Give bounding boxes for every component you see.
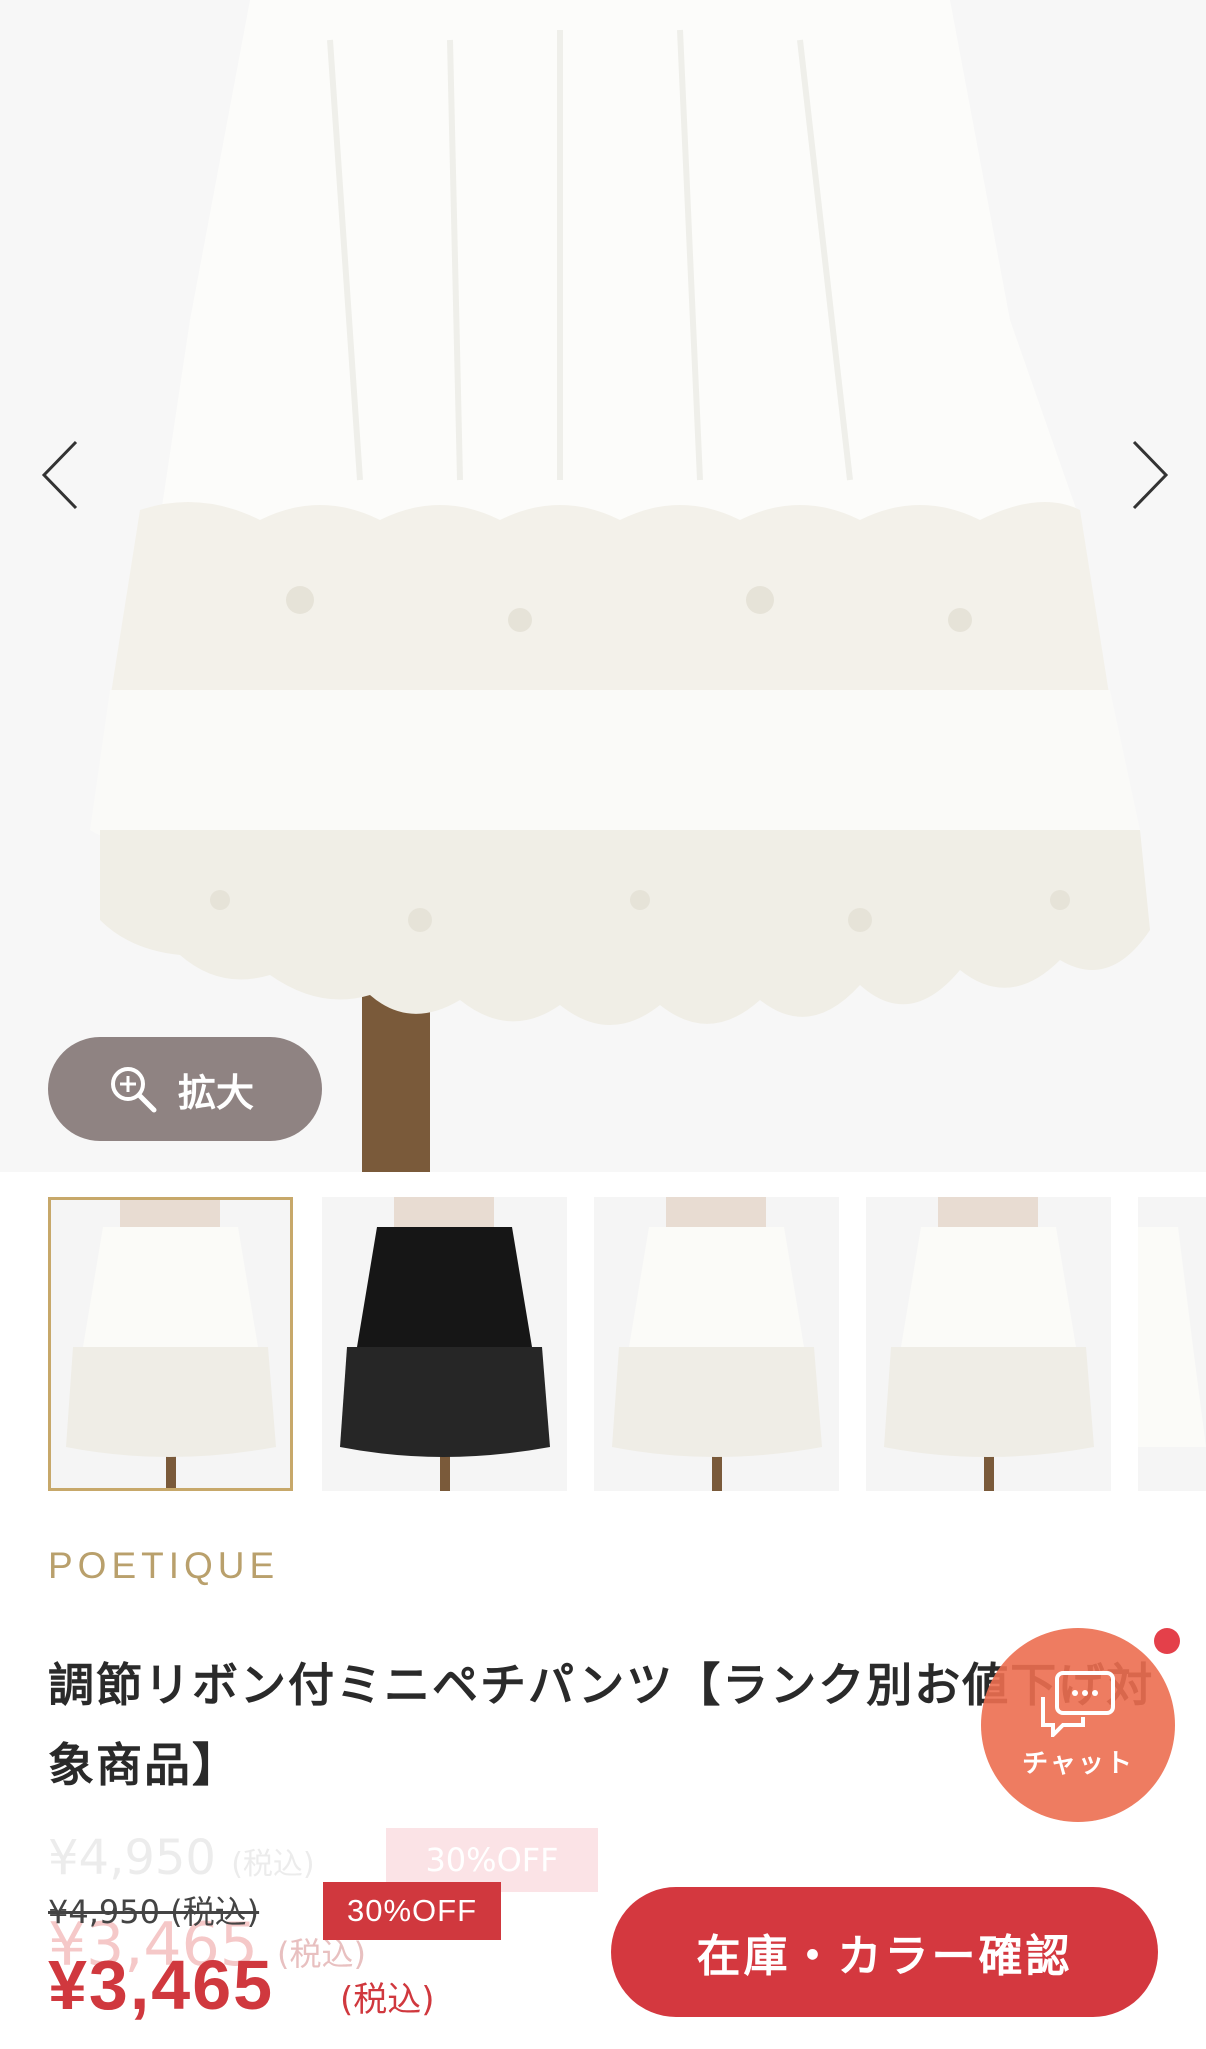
prev-image-button[interactable] (15, 430, 105, 520)
chat-label: チャット (1022, 1748, 1134, 1779)
sale-price: ¥3,465 (48, 1946, 275, 2024)
skirt-photo (90, 0, 1150, 1172)
thumbnail-image (612, 1197, 822, 1491)
discount-badge: 30%OFF (323, 1882, 501, 1940)
thumbnail-1[interactable] (48, 1197, 293, 1491)
zoom-label: 拡大 (178, 1070, 255, 1115)
zoom-button[interactable]: 拡大 (48, 1037, 322, 1141)
thumbnail-image (1138, 1227, 1206, 1447)
stock-color-check-button[interactable]: 在庫・カラー確認 (611, 1887, 1158, 2017)
thumbnail-image (66, 1197, 276, 1491)
product-main-image[interactable]: 拡大 (0, 0, 1206, 1172)
chevron-right-icon (1132, 440, 1169, 510)
chat-button[interactable]: チャット (981, 1628, 1175, 1822)
brand-name[interactable]: POETIQUE (48, 1545, 279, 1587)
thumbnail-strip (0, 1197, 1206, 1494)
chat-notification-dot (1154, 1628, 1180, 1654)
next-image-button[interactable] (1105, 430, 1195, 520)
thumbnail-3[interactable] (594, 1197, 839, 1491)
thumbnail-4[interactable] (866, 1197, 1111, 1491)
thumbnail-5[interactable] (1138, 1197, 1206, 1491)
chevron-left-icon (41, 440, 78, 510)
thumbnail-image (340, 1197, 550, 1491)
sale-price-tax-label: (税込) (340, 1980, 435, 2020)
ghost-price: ¥4,950 (税込) (48, 1830, 315, 1886)
chat-bubble-icon (1041, 1670, 1115, 1737)
thumbnail-image (884, 1197, 1094, 1491)
original-price: ¥4,950 (税込) (48, 1893, 260, 1931)
zoom-in-icon (111, 1067, 157, 1113)
thumbnail-2[interactable] (322, 1197, 567, 1491)
